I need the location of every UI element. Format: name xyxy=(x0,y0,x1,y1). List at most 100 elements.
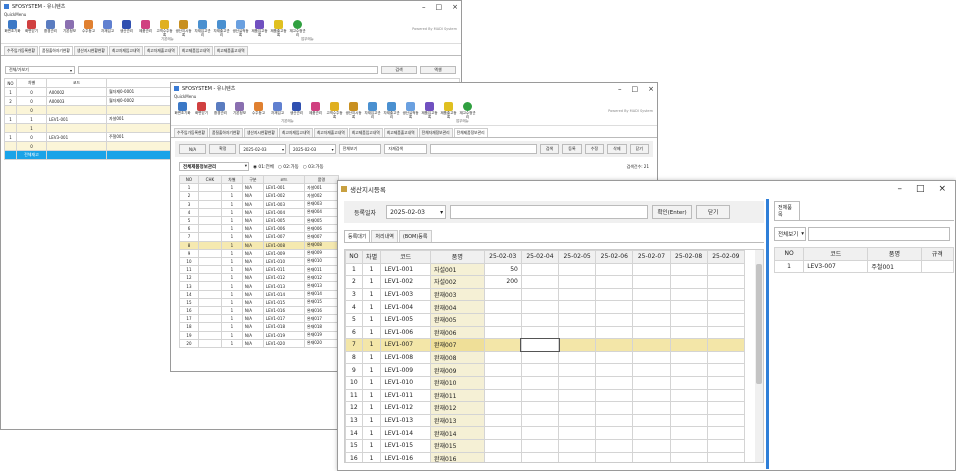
quantity-cell[interactable] xyxy=(520,375,560,390)
table-cell[interactable] xyxy=(197,289,222,299)
quantity-cell[interactable] xyxy=(632,350,671,365)
table-cell[interactable] xyxy=(197,256,222,267)
quantity-cell[interactable] xyxy=(558,325,597,340)
quantity-cell[interactable] xyxy=(520,312,560,327)
table-row[interactable]: 7 1 N/A LEV1-007 완재007 xyxy=(179,232,340,242)
ribbon-button[interactable]: 화면닫기 xyxy=(23,20,40,34)
quantity-cell[interactable] xyxy=(558,438,597,453)
close-dialog-button[interactable]: 닫기 xyxy=(696,205,731,219)
quantity-cell[interactable] xyxy=(483,426,522,440)
quantity-cell[interactable] xyxy=(483,338,522,352)
quantity-cell[interactable] xyxy=(632,275,671,289)
ribbon-button[interactable]: 제품출고등록 xyxy=(270,20,287,38)
ribbon-button[interactable]: 재고수정관리 xyxy=(459,102,476,120)
ribbon-button[interactable]: 환경관리 xyxy=(212,102,229,116)
quantity-cell[interactable] xyxy=(483,300,522,314)
quantity-cell[interactable] xyxy=(595,426,634,440)
module-tab[interactable]: 수주입가등록현황 xyxy=(174,128,208,137)
ribbon-button[interactable]: 고객수주등록 xyxy=(326,102,343,120)
table-row[interactable]: 13 1 N/A LEV1-013 완재013 xyxy=(179,281,340,291)
quantity-cell[interactable] xyxy=(669,401,708,415)
quantity-cell[interactable] xyxy=(520,325,560,340)
radio-all[interactable]: ◉ 01:전체 xyxy=(253,164,274,170)
na-button[interactable]: N/A xyxy=(179,144,207,154)
table-row[interactable]: 4 1 N/A LEV1-004 완재004 xyxy=(179,207,340,217)
quantity-cell[interactable] xyxy=(595,438,634,453)
table-cell[interactable] xyxy=(197,232,222,242)
excel-button[interactable]: 엑셀 xyxy=(420,66,456,74)
table-cell[interactable] xyxy=(197,281,222,291)
quantity-cell[interactable] xyxy=(706,438,746,453)
quantity-cell[interactable] xyxy=(669,438,708,453)
quantity-cell[interactable] xyxy=(706,275,746,289)
search-input[interactable] xyxy=(78,66,378,74)
ribbon-button[interactable]: 생산실적등록 xyxy=(402,102,419,120)
quantity-cell[interactable] xyxy=(558,262,597,277)
quantity-cell[interactable] xyxy=(632,438,671,453)
table-cell[interactable] xyxy=(197,322,222,332)
table-cell[interactable] xyxy=(197,191,222,201)
quantity-cell[interactable] xyxy=(595,413,634,428)
quantity-cell[interactable] xyxy=(520,438,560,453)
quantity-cell[interactable] xyxy=(595,338,634,352)
quantity-cell[interactable] xyxy=(595,312,634,327)
quantity-cell[interactable] xyxy=(520,426,560,440)
table-cell[interactable] xyxy=(197,265,222,275)
table-row[interactable]: 10 1 LEV1-010 완재010 xyxy=(345,375,746,390)
quantity-cell[interactable] xyxy=(558,300,597,314)
quantity-cell[interactable]: 200 xyxy=(483,275,522,289)
table-row[interactable]: 14 1 N/A LEV1-014 완재014 xyxy=(179,289,340,299)
ribbon-button[interactable]: 제품관리 xyxy=(307,102,324,116)
table-row[interactable]: 8 1 N/A LEV1-008 완재008 xyxy=(179,240,340,250)
module-tab[interactable]: 품질출하자기현황 xyxy=(208,128,243,137)
quantity-cell[interactable] xyxy=(595,262,634,277)
ribbon-button[interactable]: 재고수정관리 xyxy=(289,20,306,38)
quantity-cell[interactable] xyxy=(632,426,671,440)
quantity-cell[interactable] xyxy=(669,451,708,462)
quantity-cell[interactable] xyxy=(595,275,634,289)
module-tab[interactable]: 수주입가등록현황 xyxy=(4,46,38,55)
quantity-cell[interactable] xyxy=(706,375,746,390)
ribbon-button[interactable]: 자재입고관리 xyxy=(194,20,211,38)
quantity-cell[interactable] xyxy=(558,350,597,365)
table-row[interactable]: 6 1 LEV1-006 완재006 xyxy=(345,325,746,340)
ribbon-button[interactable]: 제품출고등록 xyxy=(440,102,457,120)
module-tab[interactable]: 전체자재정보관리 xyxy=(418,128,453,137)
quantity-cell[interactable] xyxy=(595,363,634,377)
module-tab[interactable]: 최고자재출고내역 xyxy=(313,128,348,137)
quantity-cell[interactable] xyxy=(669,388,708,403)
table-row[interactable]: 18 1 N/A LEV1-018 완재018 xyxy=(179,322,340,332)
table-cell[interactable] xyxy=(197,224,222,234)
vertical-scrollbar[interactable] xyxy=(755,250,763,462)
quantity-cell[interactable] xyxy=(595,375,634,390)
ribbon-button[interactable]: 자재출고관리 xyxy=(383,102,400,120)
radio-inactive[interactable]: ○ 03:가동 xyxy=(303,164,324,170)
quantity-cell[interactable] xyxy=(669,338,708,352)
quantity-cell[interactable] xyxy=(520,413,560,428)
ribbon-button[interactable]: 수주등고 xyxy=(80,20,97,34)
quantity-cell[interactable] xyxy=(632,401,671,415)
table-row[interactable]: 19 1 N/A LEV1-019 완재019 xyxy=(179,330,340,340)
quantity-cell[interactable] xyxy=(483,287,522,302)
module-tab[interactable]: 품질출하자기현황 xyxy=(38,46,73,55)
table-row[interactable]: 3 1 LEV1-003 완재003 xyxy=(345,287,746,302)
ribbon-button[interactable]: 자재입고관리 xyxy=(364,102,381,120)
quantity-cell[interactable] xyxy=(558,426,597,440)
ribbon-button[interactable]: 고객수주등록 xyxy=(156,20,173,38)
quantity-cell[interactable] xyxy=(483,375,522,390)
module-tab[interactable]: 최고제품출고내역 xyxy=(383,128,418,137)
quantity-cell[interactable] xyxy=(520,451,560,462)
quantity-cell[interactable] xyxy=(520,363,560,377)
module-tab[interactable]: 전체제품정보관리 xyxy=(453,128,488,137)
tab-bom[interactable]: (BOM)등록 xyxy=(398,230,432,242)
quantity-cell[interactable] xyxy=(632,338,671,352)
tab-history[interactable]: 처리내역 xyxy=(371,230,398,242)
radio-active[interactable]: ○ 02:가동 xyxy=(278,164,299,170)
right-search-input[interactable] xyxy=(808,227,950,241)
quantity-cell[interactable] xyxy=(632,375,671,390)
quantity-cell[interactable] xyxy=(595,350,634,365)
pane-splitter[interactable] xyxy=(766,199,769,469)
quantity-cell[interactable] xyxy=(483,413,522,428)
table-row[interactable]: 5 1 LEV1-005 완재005 xyxy=(345,312,746,327)
ribbon-button[interactable]: 화면초기화 xyxy=(174,102,191,116)
